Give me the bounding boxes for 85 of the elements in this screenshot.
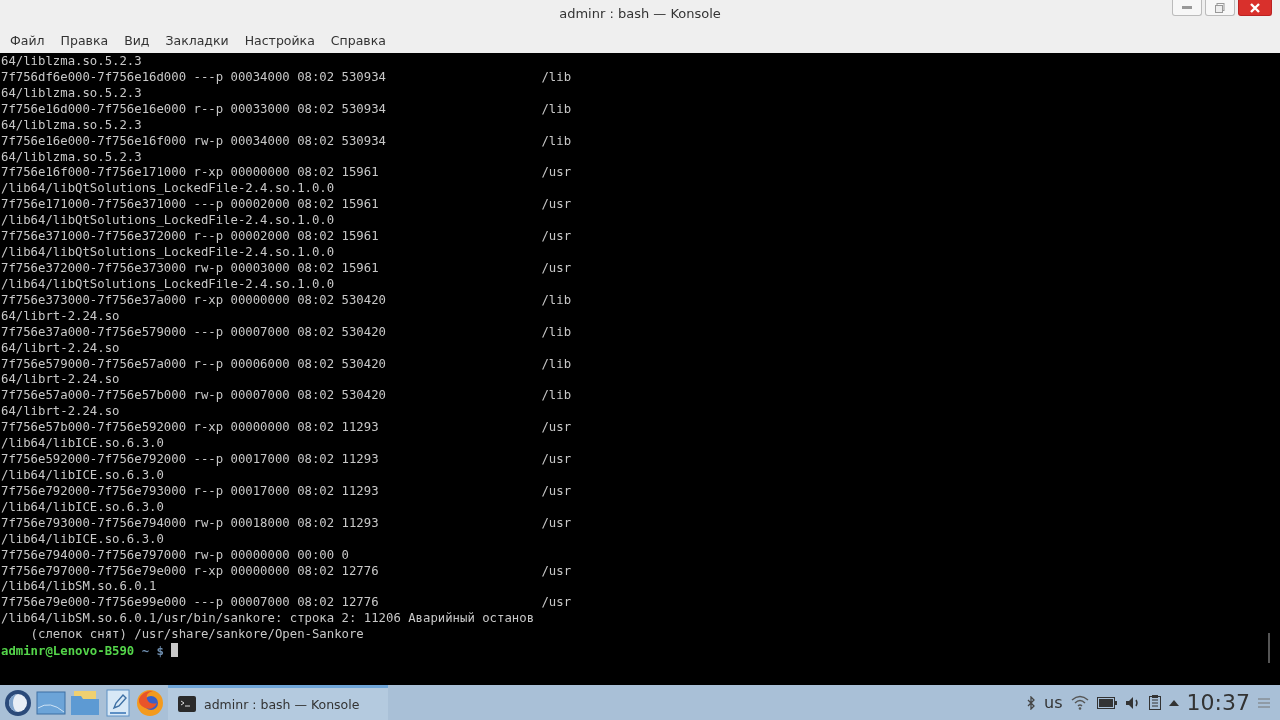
text-cursor <box>171 643 179 658</box>
terminal-line: 7f756e592000-7f756e792000 ---p 00017000 08:02 11293 <box>1 452 380 468</box>
terminal-line: /lib <box>541 324 572 341</box>
terminal-line: 7f756e794000-7f756e797000 rw-p 00000000 00:00 0 <box>1 547 350 564</box>
terminal-line: /lib64/libSM.so.6.0.1/usr/bin/sankore: строка 2: 11206 Аварийный останов <box>1 611 536 628</box>
minimize-button[interactable] <box>1172 0 1202 16</box>
terminal-line: 7f756e373000-7f756e37a000 r-xp 00000000 08:02 530420 <box>1 292 387 309</box>
terminal-line: /usr <box>541 420 572 437</box>
terminal-line: 64/liblzma.so.5.2.3 <box>1 149 143 166</box>
terminal-line: 7f756e57b000-7f756e592000 r-xp 00000000 08:02 11293 <box>1 420 380 437</box>
close-icon <box>1250 2 1260 13</box>
terminal-line: 7f756e372000-7f756e373000 rw-p 00003000 08:02 15961 <box>1 261 380 277</box>
terminal-line: 7f756e57a000-7f756e57b000 rw-p 00007000 08:02 530420 <box>1 388 387 405</box>
text-editor-icon[interactable] <box>104 688 132 717</box>
maximize-button[interactable] <box>1205 0 1235 16</box>
terminal-line: 64/librt-2.24.so <box>1 340 121 357</box>
scrollbar[interactable] <box>1268 633 1270 663</box>
terminal-line: 64/librt-2.24.so <box>1 372 121 389</box>
terminal-line: 64/liblzma.so.5.2.3 <box>1 54 143 70</box>
terminal-line: /lib <box>541 69 572 86</box>
prompt-symbol: $ <box>156 644 164 659</box>
battery-icon[interactable] <box>1096 696 1117 709</box>
terminal-line: 7f756e37a000-7f756e579000 ---p 00007000 08:02 530420 <box>1 324 387 341</box>
terminal-line: /lib <box>541 133 572 150</box>
expand-arrow-icon[interactable] <box>1168 699 1179 706</box>
terminal-line: /lib <box>541 101 572 118</box>
menu-item[interactable]: Закладки <box>157 32 237 48</box>
terminal-line: 7f756df6e000-7f756e16d000 ---p 00034000 08:02 530934 <box>1 69 387 86</box>
terminal-line: 64/liblzma.so.5.2.3 <box>1 117 143 134</box>
terminal-icon <box>178 696 196 712</box>
menu-item[interactable]: Файл <box>2 32 53 48</box>
window-title: adminr : bash — Konsole <box>559 6 721 21</box>
bluetooth-icon[interactable] <box>1027 695 1037 710</box>
terminal-line: 7f756e16e000-7f756e16f000 rw-p 00034000 08:02 530934 <box>1 133 387 150</box>
terminal-line: (слепок снят) /usr/share/sankore/Open-Sankore <box>29 627 365 644</box>
terminal-line: 64/librt-2.24.so <box>1 404 121 421</box>
prompt-path: ~ <box>141 644 150 659</box>
terminal-line: /lib64/libICE.so.6.3.0 <box>1 436 165 453</box>
terminal-line: 7f756e371000-7f756e372000 r--p 00002000 08:02 15961 <box>1 229 380 246</box>
menu-item[interactable]: Вид <box>116 32 158 48</box>
terminal-line: 7f756e16d000-7f756e16e000 r--p 00033000 08:02 530934 <box>1 101 387 118</box>
terminal-line: /usr <box>541 197 572 214</box>
terminal-line: /lib <box>541 292 572 309</box>
clipboard-icon[interactable] <box>1148 695 1161 710</box>
terminal-line: /lib64/libICE.so.6.3.0 <box>1 499 165 516</box>
launcher-icon[interactable] <box>4 688 32 717</box>
keyboard-layout[interactable]: us <box>1044 693 1063 712</box>
terminal-line: 64/liblzma.so.5.2.3 <box>1 85 143 102</box>
terminal-line: /usr <box>541 165 572 182</box>
terminal-line: /lib <box>541 356 572 373</box>
maximize-icon <box>1215 2 1225 13</box>
close-button[interactable] <box>1238 0 1272 16</box>
terminal-line: 7f756e579000-7f756e57a000 r--p 00006000 08:02 530420 <box>1 356 387 373</box>
terminal-line: /usr <box>541 261 572 277</box>
terminal-line: 64/librt-2.24.so <box>1 308 121 325</box>
terminal-line: 7f756e171000-7f756e371000 ---p 00002000 08:02 15961 <box>1 197 380 214</box>
terminal-line: /lib64/libSM.so.6.0.1 <box>1 579 158 596</box>
terminal-line: /lib64/libICE.so.6.3.0 <box>1 531 165 548</box>
terminal-line: /lib64/libQtSolutions_LockedFile-2.4.so.1.0.0 <box>1 245 336 261</box>
terminal-line: /lib <box>541 388 572 405</box>
taskbar-task[interactable]: adminr : bash — Konsole <box>168 685 388 720</box>
prompt-user-host: adminr@Lenovo-B590 <box>1 644 135 659</box>
terminal-line: /usr <box>541 515 572 532</box>
terminal-line: /usr <box>541 229 572 246</box>
web-browser-icon[interactable] <box>136 688 164 717</box>
volume-icon[interactable] <box>1124 695 1141 710</box>
terminal-line: /lib64/libQtSolutions_LockedFile-2.4.so.1.0.0 <box>1 181 336 198</box>
clock[interactable]: 10:37 <box>1186 690 1250 715</box>
terminal-line: /usr <box>541 563 572 580</box>
terminal-line: 7f756e792000-7f756e793000 r--p 00017000 08:02 11293 <box>1 483 380 500</box>
menu-item[interactable]: Справка <box>322 32 394 48</box>
wifi-icon[interactable] <box>1070 695 1089 710</box>
terminal-line: /lib64/libQtSolutions_LockedFile-2.4.so.1.0.0 <box>1 213 336 230</box>
terminal-line: 7f756e79e000-7f756e99e000 ---p 00007000 08:02 12776 <box>1 595 380 612</box>
terminal-line: /usr <box>541 452 572 468</box>
minimize-icon <box>1182 5 1192 10</box>
menu-item[interactable]: Настройка <box>236 32 323 48</box>
terminal-line: 7f756e16f000-7f756e171000 r-xp 00000000 08:02 15961 <box>1 165 380 182</box>
terminal-line: /lib64/libICE.so.6.3.0 <box>1 467 165 484</box>
terminal-line: 7f756e793000-7f756e794000 rw-p 00018000 08:02 11293 <box>1 515 380 532</box>
menu-item[interactable]: Правка <box>52 32 117 48</box>
terminal-line: /usr <box>541 595 572 612</box>
terminal-line: /usr <box>541 483 572 500</box>
terminal-line: /lib64/libQtSolutions_LockedFile-2.4.so.1.0.0 <box>1 276 336 293</box>
terminal-line: 7f756e797000-7f756e79e000 r-xp 00000000 08:02 12776 <box>1 563 380 580</box>
